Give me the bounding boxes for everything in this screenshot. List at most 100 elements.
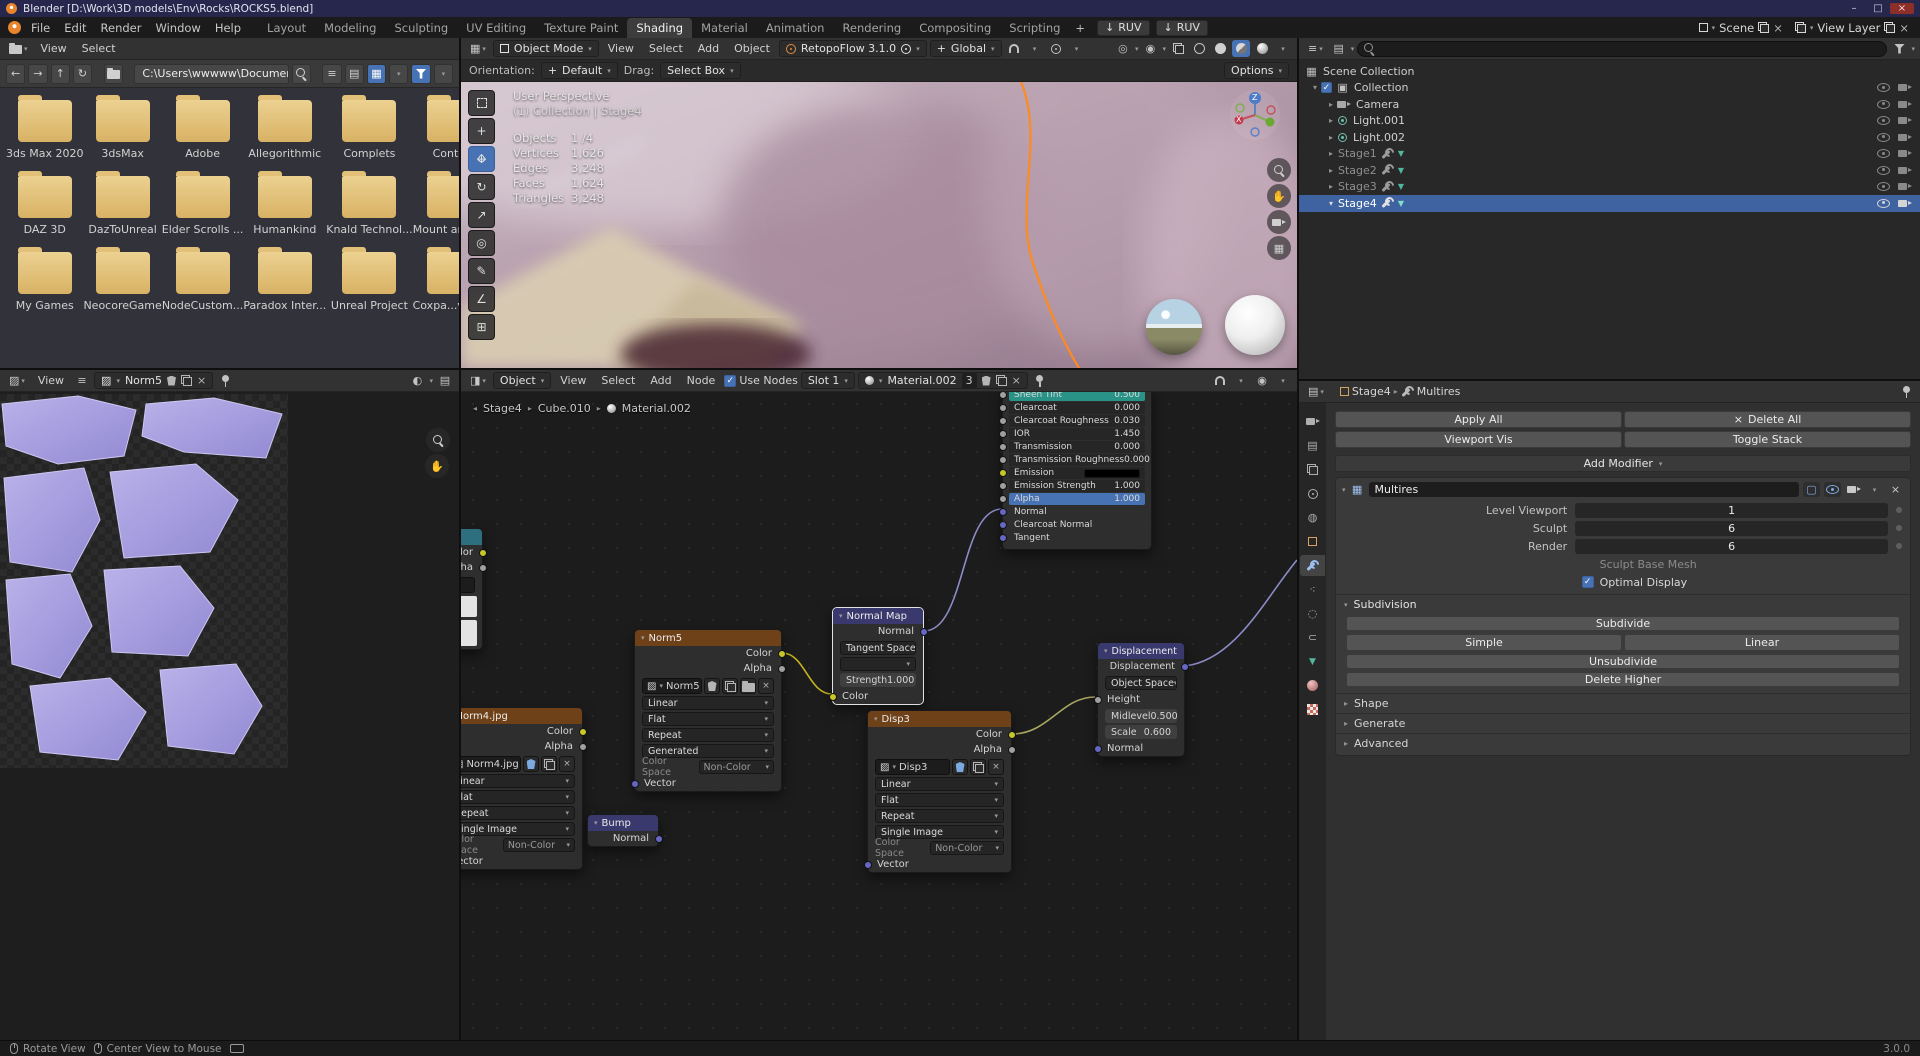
display-vertical-list-icon[interactable]: ≡ — [322, 64, 341, 84]
parent-dir-button[interactable]: ↑ — [51, 64, 70, 84]
disp3-color-output[interactable]: Color — [868, 727, 1011, 742]
tab-view-layer[interactable] — [1300, 459, 1325, 480]
image-options-icon[interactable]: ▤ — [436, 372, 454, 389]
disable-in-renders-icon[interactable] — [1898, 182, 1912, 191]
new-material-icon[interactable] — [996, 375, 1007, 386]
folder-item[interactable]: Elder Scrolls ... — [162, 176, 244, 236]
outliner-item-light-001[interactable]: ▸ Light.001 — [1299, 113, 1920, 130]
channels-icon[interactable]: ◐ — [408, 372, 426, 389]
node-snap-chevron[interactable]: ▾ — [1232, 372, 1250, 389]
view-layer-selector[interactable]: ▾ View Layer × — [1789, 21, 1915, 35]
shader-menu-node[interactable]: Node — [681, 374, 722, 387]
unlink-icon[interactable]: × — [559, 756, 575, 772]
add-modifier-dropdown[interactable]: Add Modifier▾ — [1335, 455, 1911, 472]
tab-object[interactable] — [1300, 531, 1325, 552]
shader-menu-add[interactable]: Add — [644, 374, 677, 387]
shape-subpanel-header[interactable]: ▸Shape — [1336, 693, 1910, 713]
norm5-projection-dropdown[interactable]: Flat▾ — [642, 712, 774, 726]
new-scene-icon[interactable] — [1758, 22, 1769, 33]
hide-in-viewport-icon[interactable] — [1877, 166, 1890, 175]
bsdf-sheen-tint-slider[interactable]: Sheen Tint0.500 — [1009, 392, 1145, 401]
level-viewport-field[interactable]: 1 — [1575, 503, 1888, 518]
file-browser-menu-select[interactable]: Select — [76, 42, 122, 55]
norm4-color-output[interactable]: Color — [461, 724, 582, 739]
folder-item[interactable]: My Games — [6, 252, 83, 312]
unlink-icon[interactable]: × — [988, 759, 1004, 775]
folder-item[interactable]: Allegorithmic — [243, 100, 326, 160]
blender-menu-icon[interactable] — [8, 21, 21, 34]
display-options-chevron[interactable]: ▾ — [389, 64, 408, 84]
retopoflow-button[interactable]: RetopoFlow 3.1.0 ▾ — [779, 40, 927, 57]
collection-checkbox[interactable]: ✓ — [1321, 82, 1332, 93]
folder-item[interactable]: 3dsMax — [83, 100, 161, 160]
tab-material[interactable] — [1300, 675, 1325, 696]
unlink-image-icon[interactable]: × — [197, 374, 206, 387]
tab-constraints[interactable]: ⊂ — [1300, 627, 1325, 648]
folder-item[interactable]: Mount and Bl... — [413, 176, 459, 236]
sculpt-base-mesh-checkbox[interactable] — [1582, 558, 1594, 570]
render-level-field[interactable]: 6 — [1575, 539, 1888, 554]
displacement-output[interactable]: Displacement — [1098, 659, 1184, 674]
fake-user-icon[interactable] — [982, 376, 991, 386]
normal-map-space-dropdown[interactable]: Tangent Space▾ — [840, 641, 916, 655]
node-overlays-icon[interactable]: ◉ — [1253, 372, 1271, 389]
display-thumbnails-icon[interactable]: ▦ — [367, 64, 386, 84]
filter-options-chevron[interactable]: ▾ — [434, 64, 453, 84]
sidebar-toggle-icon[interactable]: ◂ — [473, 404, 477, 413]
expand-icon[interactable]: ▾ — [1313, 83, 1317, 92]
sculpt-level-field[interactable]: 6 — [1575, 521, 1888, 536]
node-bump[interactable]: ▾Bump Normal — [587, 814, 659, 847]
norm4-extension-dropdown[interactable]: Repeat▾ — [461, 806, 575, 820]
back-button[interactable]: ← — [6, 64, 25, 84]
hamburger-icon[interactable]: ≡ — [73, 372, 91, 389]
bsdf-ior-slider[interactable]: IOR1.450 — [1009, 428, 1145, 440]
normal-map-uvmap-dropdown[interactable]: ▾ — [840, 657, 916, 671]
tab-sculpting[interactable]: Sculpting — [385, 18, 457, 38]
editor-type-file-browser-icon[interactable]: ▾ — [5, 40, 32, 57]
node-image-texture-norm4[interactable]: ▾Norm4.jpg Color Alpha ▨Norm4.jpg × Line… — [461, 707, 583, 870]
disable-in-renders-icon[interactable] — [1898, 133, 1912, 142]
tool-add-primitive[interactable]: ⊞ — [468, 314, 495, 340]
orientation-dropdown[interactable]: +Default▾ — [541, 62, 618, 79]
material-users-count[interactable]: 3 — [962, 373, 977, 388]
bsdf-emission-strength-slider[interactable]: Emission Strength1.000 — [1009, 480, 1145, 492]
show-in-render-toggle[interactable] — [1845, 482, 1862, 497]
displacement-normal-input[interactable]: Normal — [1098, 741, 1184, 756]
modifier-name-field[interactable]: Multires — [1369, 482, 1799, 497]
delete-higher-button[interactable]: Delete Higher — [1346, 672, 1900, 687]
shader-menu-view[interactable]: View — [554, 374, 592, 387]
overlays-icon[interactable]: ◉ — [1141, 40, 1159, 57]
tab-animation[interactable]: Animation — [757, 18, 834, 38]
modifier-panel-header[interactable]: ▾ ▦ Multires ▢ ▾ × — [1336, 478, 1910, 501]
mode-selector[interactable]: Object Mode▾ — [493, 40, 599, 57]
folder-item[interactable]: DAZ 3D — [6, 176, 83, 236]
partial-node-field[interactable] — [461, 620, 477, 646]
viewport-zoom-icon[interactable] — [1267, 158, 1291, 182]
disp3-interpolation-dropdown[interactable]: Linear▾ — [875, 777, 1004, 791]
tab-texture-paint[interactable]: Texture Paint — [535, 18, 627, 38]
delete-all-button[interactable]: ×Delete All — [1624, 411, 1911, 428]
outliner-scene-collection[interactable]: ▦ Scene Collection — [1299, 63, 1920, 80]
editor-type-3d-viewport-icon[interactable]: ▦▾ — [466, 40, 490, 57]
navigation-gizmo[interactable]: Z X — [1229, 89, 1281, 141]
gizmo-x-label[interactable]: X — [1236, 115, 1241, 124]
norm5-extension-dropdown[interactable]: Repeat▾ — [642, 728, 774, 742]
collapse-icon[interactable]: ▾ — [641, 634, 645, 642]
tool-scale[interactable]: ↗ — [468, 202, 495, 228]
subdivide-simple-button[interactable]: Simple — [1346, 634, 1622, 651]
viewport-perspective-toggle-icon[interactable]: ▦ — [1267, 236, 1291, 260]
folder-item[interactable]: Humankind — [243, 176, 326, 236]
advanced-subpanel-header[interactable]: ▸Advanced — [1336, 733, 1910, 753]
scene-selector[interactable]: ▾ Scene × — [1693, 21, 1789, 35]
filter-chevron[interactable]: ▾ — [1911, 45, 1915, 53]
xray-toggle-icon[interactable] — [1169, 40, 1187, 57]
norm4-projection-dropdown[interactable]: Flat▾ — [461, 790, 575, 804]
editor-type-outliner-icon[interactable]: ≡▾ — [1304, 40, 1327, 57]
unlink-scene-icon[interactable]: × — [1773, 21, 1783, 35]
modifier-extras-chevron[interactable]: ▾ — [1866, 482, 1883, 497]
partial-alpha-output[interactable]: Alpha — [461, 560, 482, 575]
disable-in-renders-icon[interactable] — [1898, 116, 1912, 125]
partial-color-output[interactable]: Color — [461, 545, 482, 560]
disp3-extension-dropdown[interactable]: Repeat▾ — [875, 809, 1004, 823]
expand-icon[interactable]: ▸ — [1329, 149, 1333, 158]
